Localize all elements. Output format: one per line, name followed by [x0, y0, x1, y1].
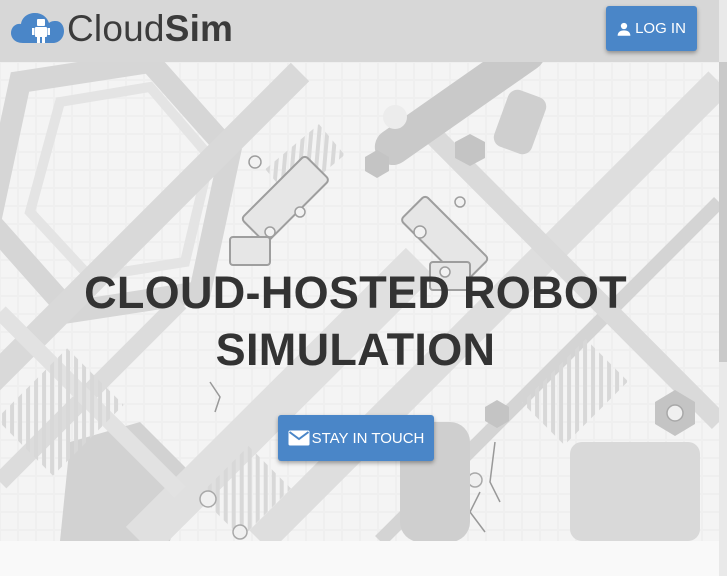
hero-section: CLOUD-HOSTED ROBOT SIMULATION STAY IN TO…	[0, 62, 719, 541]
login-button-label: LOG IN	[635, 20, 686, 37]
page: CloudSim LOG IN CLOUD-HOSTED ROBOT SIMUL…	[0, 0, 727, 576]
person-icon	[617, 22, 631, 36]
stay-in-touch-label: STAY IN TOUCH	[311, 429, 425, 447]
logo-text-cloud: Cloud	[67, 8, 165, 49]
hero-title-line2: SIMULATION	[215, 324, 496, 375]
scrollbar-thumb[interactable]	[719, 62, 727, 362]
logo-text: CloudSim	[67, 9, 233, 49]
mail-icon	[288, 430, 310, 446]
content-section-top	[0, 541, 719, 576]
login-button[interactable]: LOG IN	[606, 6, 697, 51]
cloud-robot-icon	[11, 13, 64, 43]
stay-in-touch-button[interactable]: STAY IN TOUCH	[278, 415, 434, 461]
page-scrollbar[interactable]	[719, 0, 727, 576]
hero-title: CLOUD-HOSTED ROBOT SIMULATION	[0, 264, 711, 378]
top-navbar: CloudSim LOG IN	[0, 0, 719, 62]
cloudsim-logo[interactable]: CloudSim	[10, 9, 233, 49]
logo-text-sim: Sim	[164, 8, 234, 49]
hero-title-line1: CLOUD-HOSTED ROBOT	[84, 267, 627, 318]
